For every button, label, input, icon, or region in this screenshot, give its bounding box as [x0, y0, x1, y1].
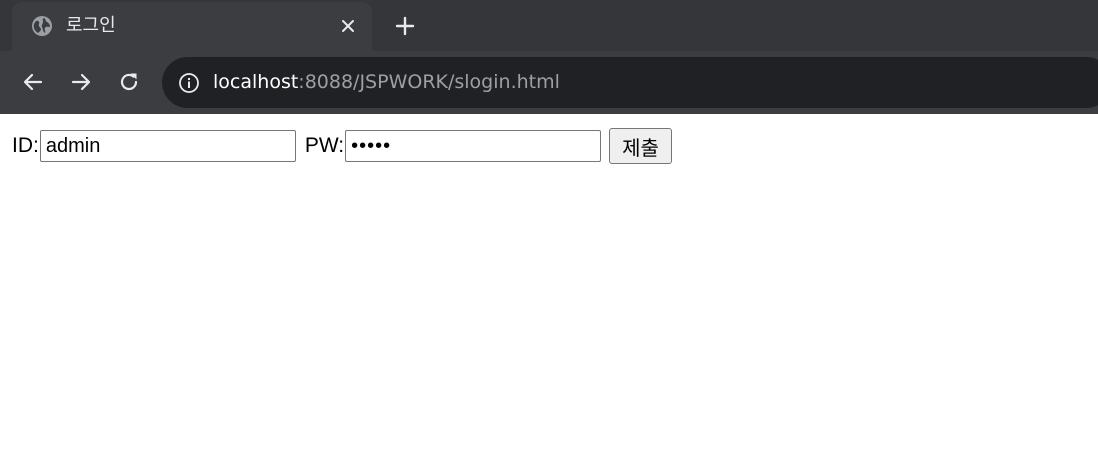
- login-form: ID: admin PW: ••••• 제출: [12, 128, 672, 164]
- browser-toolbar: localhost:8088/JSPWORK/slogin.html: [0, 51, 1098, 167]
- address-bar[interactable]: localhost:8088/JSPWORK/slogin.html: [162, 57, 1098, 108]
- tab-title: 로그인: [66, 15, 116, 36]
- tab-strip: 로그인: [0, 0, 1098, 51]
- info-icon[interactable]: [178, 72, 200, 94]
- url-host: localhost: [213, 71, 299, 93]
- arrow-right-icon[interactable]: [66, 67, 96, 97]
- pw-input[interactable]: •••••: [345, 130, 602, 162]
- id-label: ID:: [12, 134, 39, 157]
- id-input[interactable]: admin: [39, 130, 296, 162]
- page-content: ID: admin PW: ••••• 제출: [0, 116, 1098, 474]
- submit-button[interactable]: 제출: [609, 128, 672, 164]
- pw-label: PW:: [304, 134, 345, 157]
- globe-icon: [31, 15, 53, 37]
- close-icon[interactable]: [338, 16, 358, 36]
- url-text: localhost:8088/JSPWORK/slogin.html: [213, 69, 560, 95]
- browser-tab[interactable]: 로그인: [12, 2, 372, 51]
- plus-icon[interactable]: [392, 13, 418, 39]
- url-path: :8088/JSPWORK/slogin.html: [298, 71, 560, 93]
- arrow-left-icon[interactable]: [18, 67, 48, 97]
- reload-icon[interactable]: [114, 67, 144, 97]
